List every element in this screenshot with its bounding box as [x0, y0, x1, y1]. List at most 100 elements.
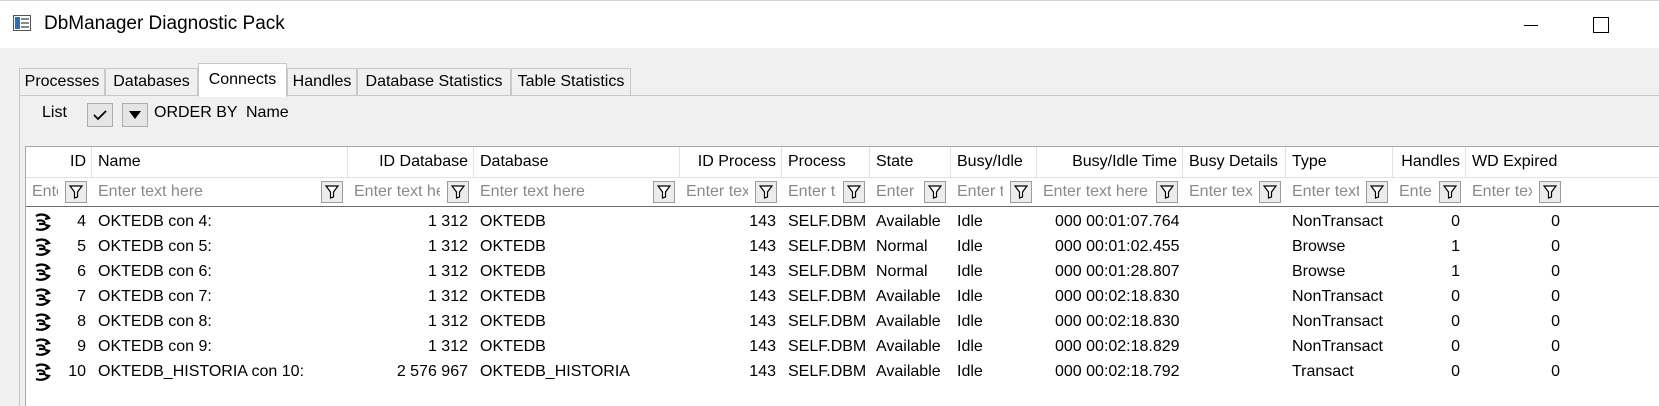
filter-cell — [680, 178, 782, 206]
filter-input[interactable] — [1289, 180, 1362, 204]
cell-process: SELF.DBM — [788, 238, 867, 255]
header-type[interactable]: Type — [1286, 147, 1393, 177]
cell-state: Available — [876, 363, 941, 380]
filter-input[interactable] — [1040, 180, 1152, 204]
column-separator[interactable] — [679, 147, 680, 177]
cell-database: OKTEDB_HISTORIA — [480, 363, 630, 380]
filter-cell — [26, 178, 92, 206]
column-separator[interactable] — [1285, 147, 1286, 177]
filter-input[interactable] — [1396, 180, 1435, 204]
cell-busy-idle: Idle — [957, 213, 983, 230]
tab-connects[interactable]: Connects — [198, 63, 287, 97]
tab-table-statistics[interactable]: Table Statistics — [511, 68, 631, 96]
column-separator[interactable] — [347, 147, 348, 177]
column-separator[interactable] — [91, 147, 92, 177]
filter-input[interactable] — [785, 180, 839, 204]
minimize-button[interactable] — [1514, 8, 1548, 42]
connection-icon — [35, 238, 51, 256]
header-id-database[interactable]: ID Database — [348, 147, 474, 177]
filter-input[interactable] — [954, 180, 1006, 204]
cell-name: OKTEDB con 5: — [98, 238, 212, 255]
filter-button[interactable] — [321, 181, 343, 203]
filter-button[interactable] — [653, 181, 675, 203]
cell-name: OKTEDB con 7: — [98, 288, 212, 305]
column-separator[interactable] — [869, 147, 870, 177]
column-separator[interactable] — [1036, 147, 1037, 177]
cell-database: OKTEDB — [480, 213, 546, 230]
filter-button[interactable] — [447, 181, 469, 203]
cell-process: SELF.DBM — [788, 363, 867, 380]
header-wd-expired[interactable]: WD Expired — [1466, 147, 1566, 177]
connection-icon — [35, 338, 51, 356]
table-row[interactable]: 4 OKTEDB con 4: 1 312 OKTEDB 143 SELF.DBM Avai… — [26, 209, 1659, 234]
header-id[interactable]: ID — [52, 147, 92, 177]
cell-busy-details — [1183, 234, 1286, 259]
filter-button[interactable] — [924, 181, 946, 203]
cell-busy-idle-time: 000 00:01:07.764 — [1055, 213, 1180, 230]
cell-database: OKTEDB — [480, 313, 546, 330]
table-row[interactable]: 10 OKTEDB_HISTORIA con 10: 2 576 967 OKTEDB… — [26, 359, 1659, 384]
filter-button[interactable] — [1539, 181, 1561, 203]
filter-input[interactable] — [683, 180, 751, 204]
header-database[interactable]: Database — [474, 147, 680, 177]
header-busy-idle-time[interactable]: Busy/Idle Time — [1037, 147, 1183, 177]
filter-funnel-icon — [1160, 185, 1174, 199]
filter-button[interactable] — [1259, 181, 1281, 203]
cell-id: 7 — [77, 288, 86, 305]
table-row[interactable]: 7 OKTEDB con 7: 1 312 OKTEDB 143 SELF.DBM Avai… — [26, 284, 1659, 309]
cell-busy-idle-time: 000 00:02:18.792 — [1055, 363, 1180, 380]
header-name[interactable]: Name — [92, 147, 348, 177]
filter-button[interactable] — [1010, 181, 1032, 203]
table-row[interactable]: 5 OKTEDB con 5: 1 312 OKTEDB 143 SELF.DBM Norm… — [26, 234, 1659, 259]
filter-input[interactable] — [29, 180, 61, 204]
column-separator[interactable] — [1392, 147, 1393, 177]
filter-input[interactable] — [873, 180, 920, 204]
header-process[interactable]: Process — [782, 147, 870, 177]
cell-state: Available — [876, 338, 941, 355]
tab-database-statistics[interactable]: Database Statistics — [357, 68, 511, 96]
header-id-process[interactable]: ID Process — [680, 147, 782, 177]
header-busy-idle[interactable]: Busy/Idle — [951, 147, 1037, 177]
column-separator[interactable] — [1465, 147, 1466, 177]
order-by-dropdown-button[interactable] — [122, 103, 148, 127]
filter-input[interactable] — [1469, 180, 1535, 204]
cell-wd-expired: 0 — [1551, 363, 1560, 380]
list-toggle-button[interactable] — [87, 103, 113, 127]
header-state[interactable]: State — [870, 147, 951, 177]
filter-button[interactable] — [1439, 181, 1461, 203]
filter-funnel-icon — [1543, 185, 1557, 199]
column-separator[interactable] — [473, 147, 474, 177]
table-row[interactable]: 6 OKTEDB con 6: 1 312 OKTEDB 143 SELF.DBM Norm… — [26, 259, 1659, 284]
cell-busy-idle-time: 000 00:01:02.455 — [1055, 238, 1180, 255]
cell-process: SELF.DBM — [788, 313, 867, 330]
cell-name: OKTEDB con 9: — [98, 338, 212, 355]
filter-input[interactable] — [1186, 180, 1255, 204]
tab-processes[interactable]: Processes — [19, 68, 105, 96]
header-handles[interactable]: Handles — [1393, 147, 1466, 177]
column-separator[interactable] — [1182, 147, 1183, 177]
filter-input[interactable] — [477, 180, 649, 204]
filter-button[interactable] — [755, 181, 777, 203]
cell-busy-idle-time: 000 00:02:18.829 — [1055, 338, 1180, 355]
cell-busy-idle-time: 000 00:02:18.830 — [1055, 288, 1180, 305]
cell-handles: 0 — [1451, 363, 1460, 380]
header-busy-details[interactable]: Busy Details — [1183, 147, 1286, 177]
filter-funnel-icon — [325, 185, 339, 199]
table-row[interactable]: 8 OKTEDB con 8: 1 312 OKTEDB 143 SELF.DBM Avai… — [26, 309, 1659, 334]
filter-button[interactable] — [65, 181, 87, 203]
tab-databases[interactable]: Databases — [105, 68, 198, 96]
table-row[interactable]: 9 OKTEDB con 9: 1 312 OKTEDB 143 SELF.DBM Avai… — [26, 334, 1659, 359]
cell-handles: 0 — [1451, 338, 1460, 355]
tab-handles[interactable]: Handles — [287, 68, 357, 96]
filter-button[interactable] — [1366, 181, 1388, 203]
cell-busy-idle-time: 000 00:01:28.807 — [1055, 263, 1180, 280]
order-by-value: Name — [246, 104, 289, 121]
column-separator[interactable] — [950, 147, 951, 177]
filter-input[interactable] — [95, 180, 317, 204]
filter-input[interactable] — [351, 180, 443, 204]
filter-button[interactable] — [1156, 181, 1178, 203]
cell-id: 5 — [77, 238, 86, 255]
maximize-button[interactable] — [1584, 8, 1618, 42]
filter-button[interactable] — [843, 181, 865, 203]
column-separator[interactable] — [781, 147, 782, 177]
